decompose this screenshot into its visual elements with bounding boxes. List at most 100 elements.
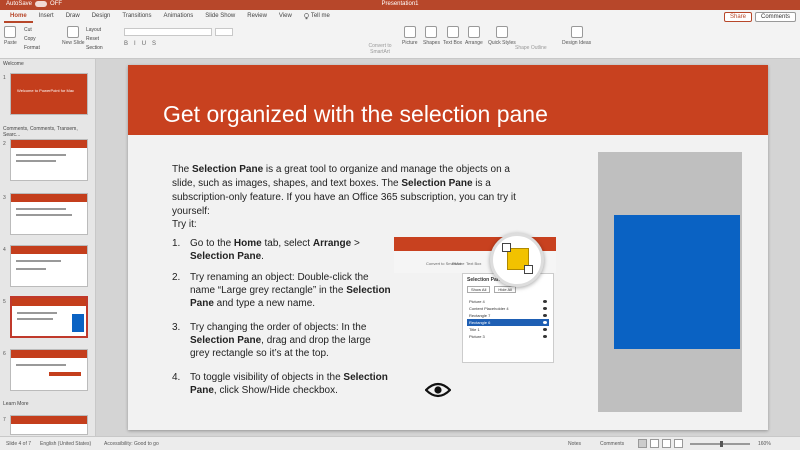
- intro-paragraph[interactable]: The Selection Pane is a great tool to or…: [172, 163, 532, 219]
- share-button[interactable]: Share: [723, 12, 752, 22]
- try-it-label: Try it:: [172, 219, 197, 230]
- quick-styles-label: Quick Styles: [488, 40, 516, 46]
- lightbulb-icon: [303, 13, 309, 20]
- illustration-label: Picture: [452, 261, 465, 266]
- section-learn-more[interactable]: Learn More: [3, 401, 29, 407]
- step-1: 1. Go to the Home tab, select Arrange > …: [172, 237, 392, 263]
- slide-thumbnail-6[interactable]: [10, 349, 88, 391]
- selection-item: Title 1: [467, 326, 549, 333]
- slide-thumbnail-1[interactable]: Welcome to PowerPoint for Mac: [10, 73, 88, 115]
- picture-icon: [403, 26, 416, 38]
- new-slide-button[interactable]: New Slide: [62, 26, 85, 46]
- slide-show-button[interactable]: [674, 439, 683, 448]
- tab-animations[interactable]: Animations: [158, 10, 200, 23]
- slide-thumbnail-5[interactable]: [10, 296, 88, 338]
- slide-title[interactable]: Get organized with the selection pane: [163, 101, 548, 128]
- arrange-icon: [467, 26, 480, 38]
- tab-slide-show[interactable]: Slide Show: [199, 10, 241, 23]
- convert-smartart-button[interactable]: Convert to SmartArt: [366, 43, 394, 55]
- blue-rectangle[interactable]: [614, 215, 740, 349]
- window-title: Presentation1: [381, 1, 419, 7]
- slide-counter: Slide 4 of 7: [6, 441, 32, 447]
- layout-button[interactable]: Layout: [86, 27, 101, 33]
- strikethrough-icon[interactable]: S: [152, 41, 156, 47]
- quick-styles-button[interactable]: Quick Styles: [488, 26, 516, 46]
- shape-outline-button[interactable]: Shape Outline: [515, 45, 547, 51]
- reset-button[interactable]: Reset: [86, 36, 99, 42]
- thumb-line: [16, 214, 72, 216]
- picture-button[interactable]: Picture: [402, 26, 418, 46]
- arrange-button[interactable]: Arrange: [465, 26, 483, 46]
- zoom-slider-handle[interactable]: [720, 441, 723, 447]
- selection-pane-illustration: Convert to SmartArt Picture Text Box Arr…: [394, 233, 556, 363]
- tab-design[interactable]: Design: [86, 10, 117, 23]
- step-text: Try renaming an object: Double-click the…: [190, 272, 391, 309]
- zoom-level[interactable]: 160%: [758, 441, 771, 447]
- thumb-header: [11, 140, 87, 148]
- selection-item: Rectangle 7: [467, 312, 549, 319]
- tab-home[interactable]: Home: [4, 10, 33, 23]
- thumb-header: [11, 350, 87, 358]
- text-box-icon: [446, 26, 459, 38]
- comments-status-button[interactable]: Comments: [600, 441, 624, 447]
- step-2: 2. Try renaming an object: Double-click …: [172, 271, 392, 310]
- section-two[interactable]: Comments, Comments, Transem, Searc...: [3, 126, 95, 138]
- slide-header-band: Get organized with the selection pane: [128, 65, 768, 135]
- shape-handle: [524, 265, 533, 274]
- section-welcome[interactable]: Welcome: [3, 61, 24, 67]
- slide-thumbnail-3[interactable]: [10, 193, 88, 235]
- selection-item: Picture 4: [467, 298, 549, 305]
- thumb-line: [16, 208, 66, 210]
- slide-thumbnail-2[interactable]: [10, 139, 88, 181]
- step-number: 2.: [172, 272, 181, 283]
- slide-thumbnails-pane: Welcome 1 Welcome to PowerPoint for Mac …: [0, 59, 96, 436]
- tab-insert[interactable]: Insert: [33, 10, 60, 23]
- text-box-label: Text Box: [443, 40, 463, 46]
- font-name-select[interactable]: [124, 28, 212, 36]
- eye-icon: [543, 300, 547, 303]
- cut-button[interactable]: Cut: [24, 27, 32, 33]
- step-text: To toggle visibility of objects in the S…: [190, 372, 388, 396]
- thumb-line: [17, 318, 53, 320]
- paste-button[interactable]: Paste: [4, 26, 17, 46]
- reading-view-button[interactable]: [662, 439, 671, 448]
- thumb-line: [16, 160, 56, 162]
- tab-transitions[interactable]: Transitions: [116, 10, 157, 23]
- thumb-number: 4: [3, 247, 6, 253]
- step-4: 4. To toggle visibility of objects in th…: [172, 371, 392, 397]
- ribbon: Paste Cut Copy Format New Slide Layout R…: [0, 23, 800, 59]
- accessibility-status[interactable]: Accessibility: Good to go: [104, 441, 159, 447]
- italic-icon[interactable]: I: [134, 41, 136, 47]
- section-button[interactable]: Section: [86, 45, 103, 51]
- normal-view-button[interactable]: [638, 439, 647, 448]
- slide-thumbnail-7[interactable]: [10, 415, 88, 435]
- thumb-number: 2: [3, 141, 6, 147]
- shapes-icon: [425, 26, 438, 38]
- slide: Get organized with the selection pane Th…: [128, 65, 768, 430]
- thumb1-text: Welcome to PowerPoint for Mac: [17, 88, 75, 93]
- language-indicator[interactable]: English (United States): [40, 441, 91, 447]
- notes-button[interactable]: Notes: [568, 441, 581, 447]
- tab-draw[interactable]: Draw: [60, 10, 86, 23]
- illustration-label: Text Box: [466, 261, 482, 266]
- underline-icon[interactable]: U: [142, 41, 146, 47]
- slide-sorter-button[interactable]: [650, 439, 659, 448]
- shapes-label: Shapes: [423, 40, 440, 46]
- picture-label: Picture: [402, 40, 418, 46]
- text-box-button[interactable]: Text Box: [443, 26, 462, 46]
- shapes-button[interactable]: Shapes: [423, 26, 440, 46]
- tab-review[interactable]: Review: [241, 10, 273, 23]
- design-ideas-button[interactable]: Design Ideas: [562, 26, 591, 46]
- format-painter-button[interactable]: Format: [24, 45, 40, 51]
- selection-item: Picture 3: [467, 333, 549, 340]
- tell-me-search[interactable]: Tell me: [298, 10, 336, 23]
- thumb-line: [17, 312, 57, 314]
- tab-view[interactable]: View: [273, 10, 298, 23]
- eye-icon: [425, 382, 451, 398]
- thumb-header: [11, 416, 87, 424]
- bold-icon[interactable]: B: [124, 41, 128, 47]
- slide-thumbnail-4[interactable]: [10, 245, 88, 287]
- copy-button[interactable]: Copy: [24, 36, 36, 42]
- comments-button[interactable]: Comments: [754, 12, 796, 22]
- font-size-select[interactable]: [215, 28, 233, 36]
